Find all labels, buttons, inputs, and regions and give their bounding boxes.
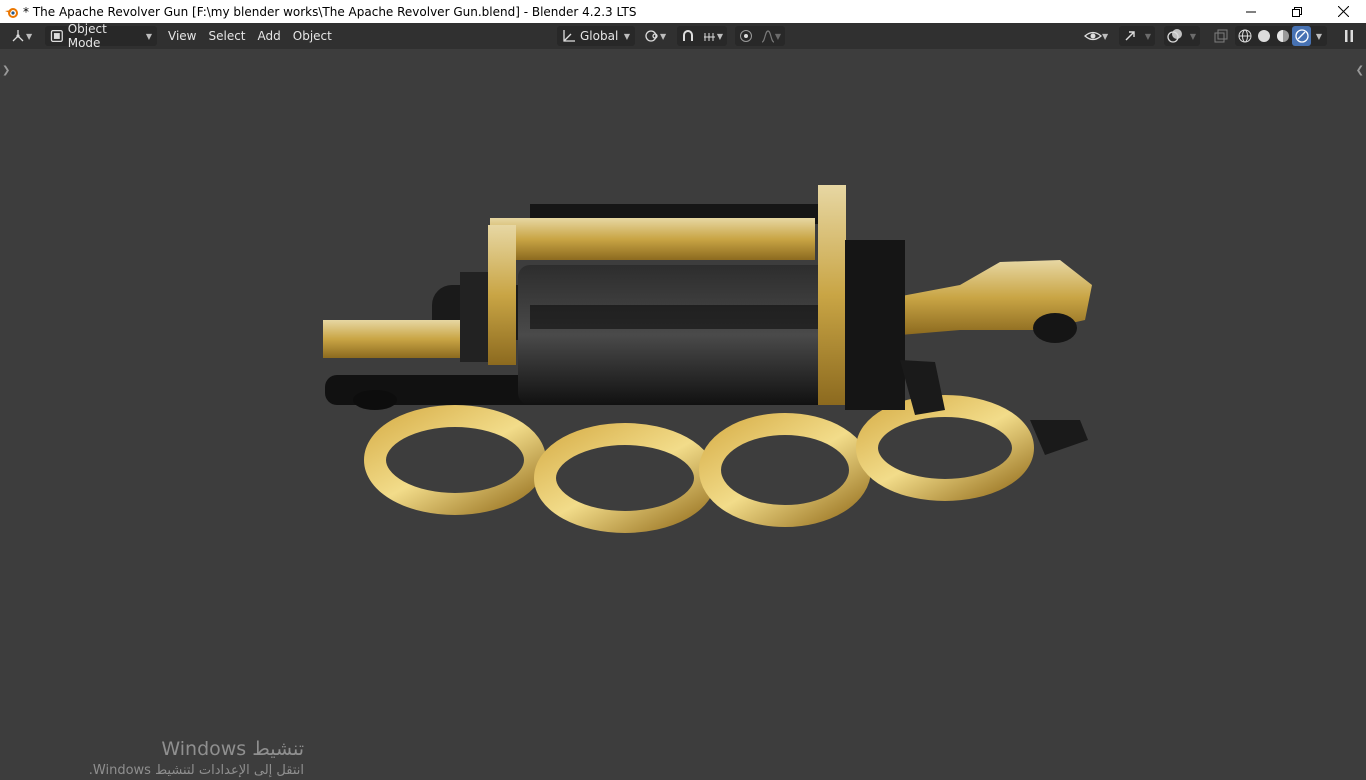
overlay-toggle[interactable] xyxy=(1164,26,1186,46)
shading-material-preview-button[interactable] xyxy=(1273,26,1292,46)
window-title: * The Apache Revolver Gun [F:\my blender… xyxy=(23,4,637,19)
gizmo-toggle[interactable] xyxy=(1119,26,1141,46)
snap-toggle[interactable] xyxy=(677,26,699,46)
shading-mode-group: ▼ xyxy=(1235,26,1327,46)
minimize-icon xyxy=(1246,11,1256,12)
material-preview-shading-icon xyxy=(1276,30,1289,42)
revolver-3d-model[interactable] xyxy=(0,49,1366,768)
chevron-down-icon: ▼ xyxy=(1315,31,1323,41)
window-titlebar: * The Apache Revolver Gun [F:\my blender… xyxy=(0,0,1366,23)
orientation-dropdown[interactable]: Global ▼ xyxy=(557,26,635,46)
pivot-point-icon xyxy=(645,30,658,42)
xray-toggle[interactable] xyxy=(1210,26,1232,46)
viewport-header: ▼ Object Mode ▼ View Select Add Object G… xyxy=(0,22,1366,50)
visibility-dropdown[interactable]: ▼ xyxy=(1084,26,1108,46)
chevron-down-icon: ▼ xyxy=(623,31,630,41)
solid-shading-icon xyxy=(1257,30,1270,42)
falloff-curve-icon xyxy=(761,30,775,43)
activation-subtitle: انتقل إلى الإعدادات لتنشيط Windows. xyxy=(88,763,304,778)
restore-icon xyxy=(1292,6,1302,17)
pivot-point-dropdown[interactable]: ▼ xyxy=(644,26,666,46)
chevron-down-icon: ▼ xyxy=(774,31,782,41)
mode-label: Object Mode xyxy=(67,22,107,50)
overlay-dropdown[interactable]: ▼ xyxy=(1186,26,1200,46)
chevron-down-icon: ▼ xyxy=(145,31,152,41)
restore-button[interactable] xyxy=(1274,0,1320,23)
proportional-group: ▼ xyxy=(735,26,785,46)
shading-rendered-button[interactable] xyxy=(1292,26,1311,46)
falloff-dropdown[interactable]: ▼ xyxy=(757,26,785,46)
rendered-shading-icon xyxy=(1294,29,1309,43)
windows-activation-watermark: تنشيط Windows انتقل إلى الإعدادات لتنشيط… xyxy=(40,737,304,780)
header-menus: View Select Add Object xyxy=(162,26,338,46)
proportional-editing-toggle[interactable] xyxy=(735,26,757,46)
activation-title: تنشيط Windows xyxy=(161,738,304,760)
transform-orientation-icon xyxy=(563,30,575,42)
snap-magnet-icon xyxy=(683,30,693,41)
close-icon xyxy=(1337,6,1349,17)
object-visibility-icon xyxy=(1084,31,1102,41)
xray-icon xyxy=(1214,29,1228,43)
chevron-down-icon: ▼ xyxy=(26,31,33,41)
chevron-down-icon: ▼ xyxy=(716,31,724,41)
gizmo-dropdown[interactable]: ▼ xyxy=(1141,26,1155,46)
blender-logo-icon xyxy=(5,7,18,18)
chevron-down-icon: ▼ xyxy=(1189,31,1197,41)
proportional-editing-icon xyxy=(740,30,752,42)
3d-viewport-icon xyxy=(12,30,24,42)
snap-target-dropdown[interactable]: ▼ xyxy=(699,26,727,46)
sidebar-toggle[interactable] xyxy=(1338,26,1360,46)
chevron-down-icon: ▼ xyxy=(1102,31,1109,41)
chevron-down-icon: ▼ xyxy=(660,31,667,41)
sidebar-toggle-icon xyxy=(1345,30,1353,42)
orientation-label: Global xyxy=(580,29,619,43)
mode-dropdown[interactable]: Object Mode ▼ xyxy=(45,22,157,50)
overlay-icon xyxy=(1167,29,1182,43)
gizmo-icon xyxy=(1125,31,1135,41)
snap-increment-icon xyxy=(703,33,715,41)
shading-dropdown[interactable]: ▼ xyxy=(1311,26,1327,46)
chevron-down-icon: ▼ xyxy=(1144,31,1152,41)
overlay-group: ▼ xyxy=(1164,26,1200,46)
3d-viewport[interactable]: ❯ ❮ تنشيط Windows انتقل إلى الإعدادات لت… xyxy=(0,49,1366,778)
object-mode-icon xyxy=(50,29,63,43)
shading-solid-button[interactable] xyxy=(1254,26,1273,46)
shading-wireframe-button[interactable] xyxy=(1235,26,1254,46)
menu-add[interactable]: Add xyxy=(252,26,287,46)
menu-select[interactable]: Select xyxy=(202,26,251,46)
wireframe-shading-icon xyxy=(1238,29,1251,43)
gizmo-group: ▼ xyxy=(1119,26,1155,46)
knuckle-rings xyxy=(364,395,1034,533)
close-button[interactable] xyxy=(1320,0,1366,23)
editor-type-selector[interactable]: ▼ xyxy=(10,26,32,46)
minimize-button[interactable] xyxy=(1228,0,1274,23)
snapping-group: ▼ xyxy=(677,26,727,46)
menu-view[interactable]: View xyxy=(162,26,202,46)
menu-object[interactable]: Object xyxy=(287,26,338,46)
